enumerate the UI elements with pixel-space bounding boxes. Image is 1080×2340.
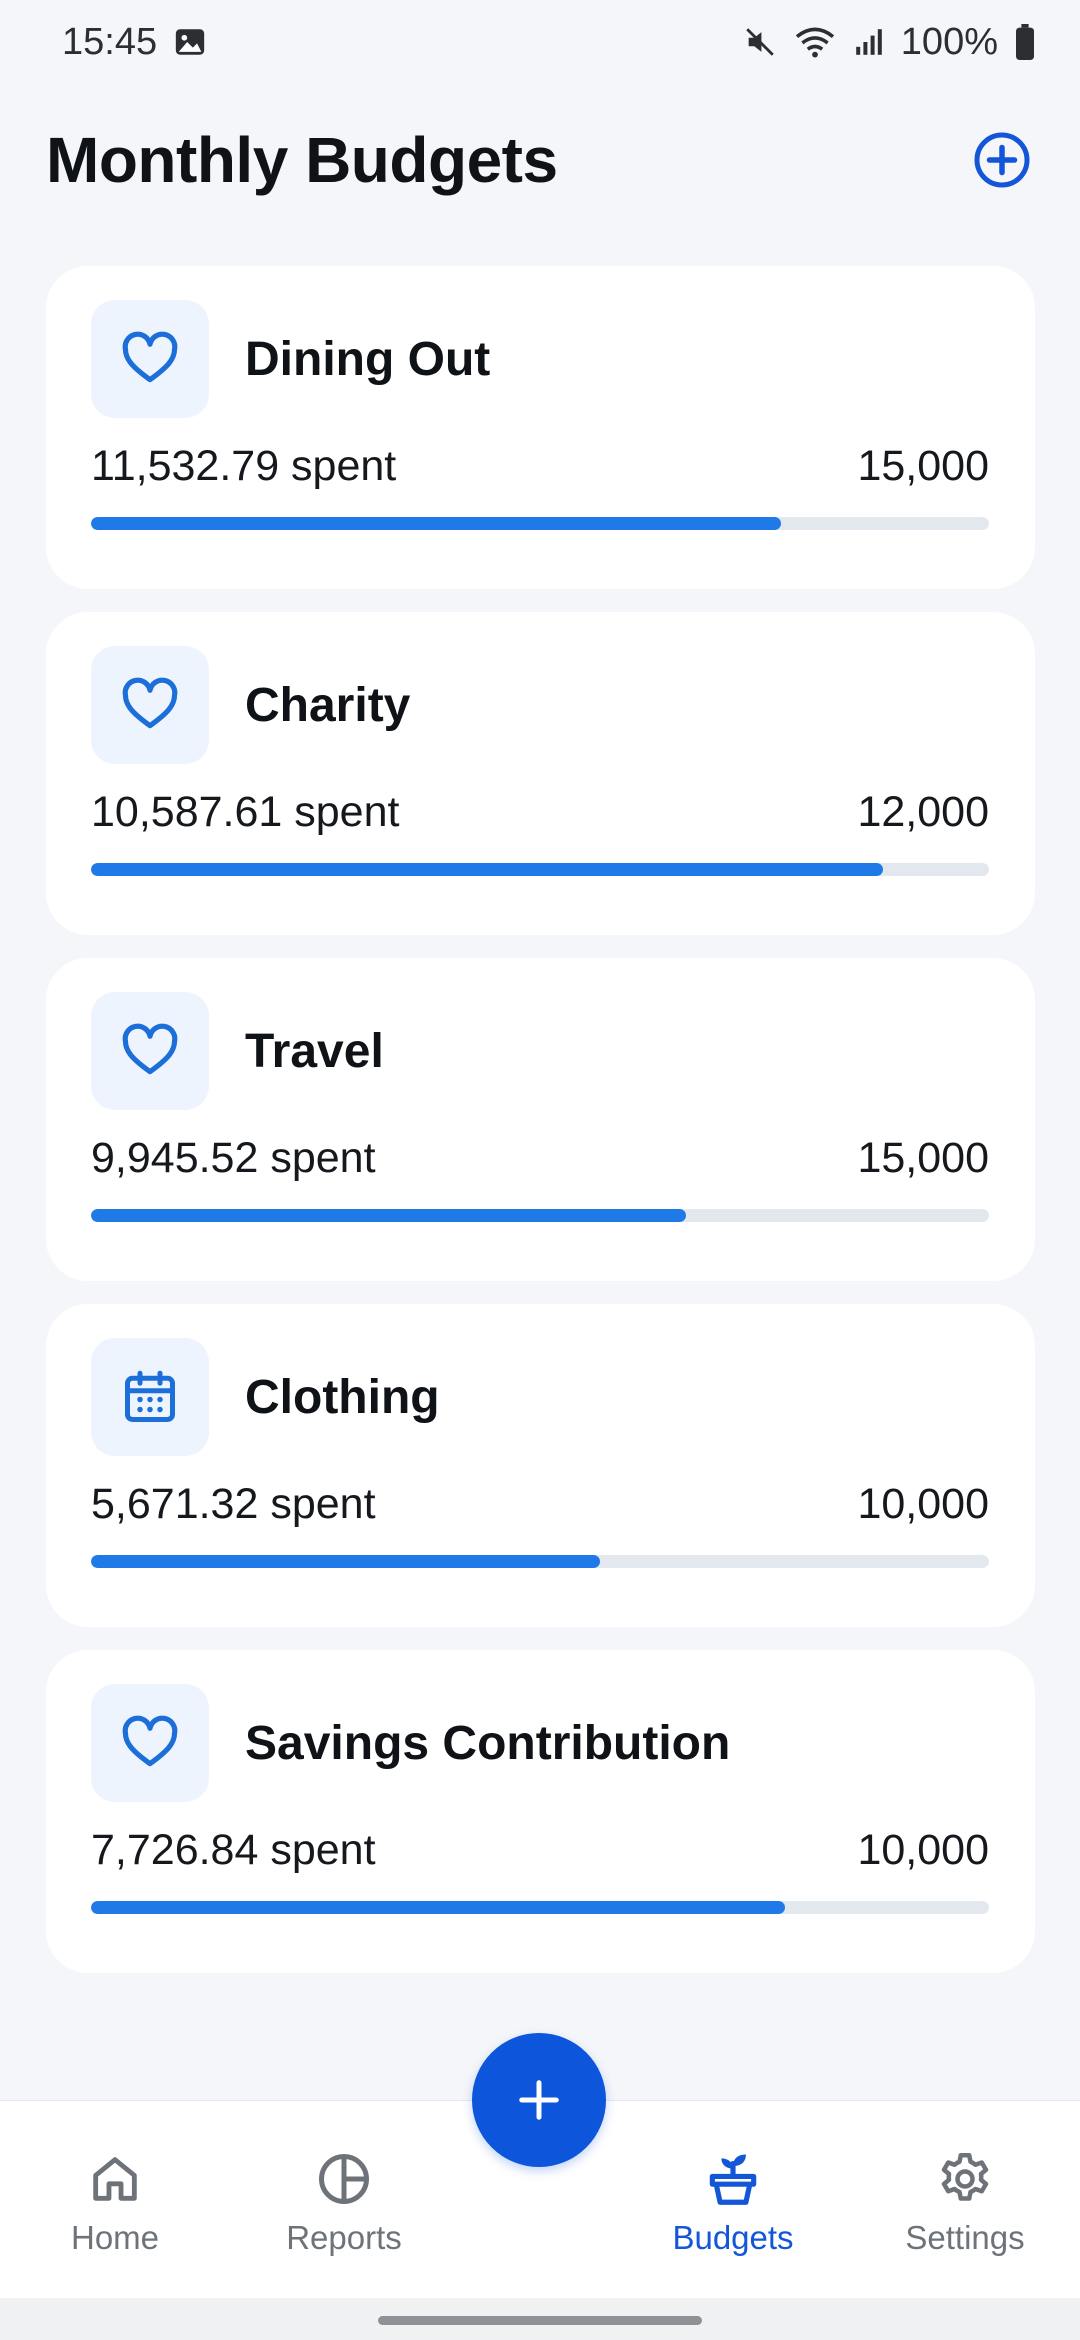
gear-icon (933, 2147, 997, 2211)
budget-limit: 10,000 (857, 1826, 989, 1874)
budget-progress-fill (91, 1209, 687, 1222)
plant-pot-icon (701, 2147, 765, 2211)
budget-limit: 15,000 (857, 442, 989, 490)
budget-progress-bar (91, 1555, 989, 1568)
screen: 15:45 100% Monthly Budgets Dining Out 11… (0, 0, 1080, 2340)
budget-card-savings-contribution[interactable]: Savings Contribution 7,726.84 spent 10,0… (46, 1650, 1035, 1973)
budget-progress-bar (91, 517, 989, 530)
mute-icon (743, 25, 777, 59)
heart-icon (91, 646, 209, 764)
nav-item-budgets[interactable]: Budgets (633, 2147, 833, 2257)
budget-spent: 10,587.61 spent (91, 788, 400, 836)
budget-name: Charity (245, 678, 411, 732)
nav-item-settings[interactable]: Settings (865, 2147, 1065, 2257)
nav-label: Settings (905, 2219, 1025, 2256)
status-bar: 15:45 100% (0, 0, 1080, 84)
signal-icon (853, 25, 885, 59)
budget-name: Travel (245, 1024, 384, 1078)
pie-chart-icon (312, 2147, 376, 2211)
budget-card-travel[interactable]: Travel 9,945.52 spent 15,000 (46, 958, 1035, 1281)
budget-progress-bar (91, 1209, 989, 1222)
budget-limit: 10,000 (857, 1480, 989, 1528)
nav-label: Budgets (672, 2219, 794, 2256)
budget-limit: 12,000 (857, 788, 989, 836)
header: Monthly Budgets (46, 110, 1034, 210)
budget-card-clothing[interactable]: Clothing 5,671.32 spent 10,000 (46, 1304, 1035, 1627)
budget-name: Dining Out (245, 332, 491, 386)
home-icon (83, 2147, 147, 2211)
budget-spent: 5,671.32 spent (91, 1480, 376, 1528)
battery-percentage: 100% (900, 20, 998, 63)
budget-card-dining-out[interactable]: Dining Out 11,532.79 spent 15,000 (46, 266, 1035, 589)
add-transaction-fab[interactable] (472, 2033, 606, 2167)
budget-card-charity[interactable]: Charity 10,587.61 spent 12,000 (46, 612, 1035, 935)
home-indicator[interactable] (378, 2316, 702, 2325)
budget-spent: 9,945.52 spent (91, 1134, 376, 1182)
page-title: Monthly Budgets (46, 124, 558, 196)
budget-progress-fill (91, 863, 884, 876)
heart-icon (91, 992, 209, 1110)
budget-progress-fill (91, 1555, 601, 1568)
heart-icon (91, 1684, 209, 1802)
budget-spent: 7,726.84 spent (91, 1826, 376, 1874)
nav-label: Reports (286, 2219, 402, 2256)
battery-icon (1014, 24, 1036, 60)
add-budget-button[interactable] (970, 128, 1034, 192)
wifi-icon (793, 24, 837, 60)
plus-icon (519, 2080, 559, 2120)
nav-label: Home (70, 2219, 160, 2256)
budget-spent: 11,532.79 spent (91, 442, 397, 490)
calendar-icon (91, 1338, 209, 1456)
budget-name: Savings Contribution (245, 1716, 731, 1770)
nav-item-home[interactable]: Home (15, 2147, 215, 2257)
add-circle-icon (974, 132, 1030, 188)
heart-icon (91, 300, 209, 418)
budget-name: Clothing (245, 1370, 440, 1424)
budget-progress-fill (91, 1901, 786, 1914)
budget-progress-bar (91, 863, 989, 876)
status-time: 15:45 (62, 20, 158, 63)
nav-item-reports[interactable]: Reports (244, 2147, 444, 2257)
budget-progress-fill (91, 517, 781, 530)
budget-limit: 15,000 (857, 1134, 989, 1182)
image-icon (173, 25, 207, 59)
budget-progress-bar (91, 1901, 989, 1914)
budget-list: Dining Out 11,532.79 spent 15,000 Charit… (46, 266, 1035, 1996)
